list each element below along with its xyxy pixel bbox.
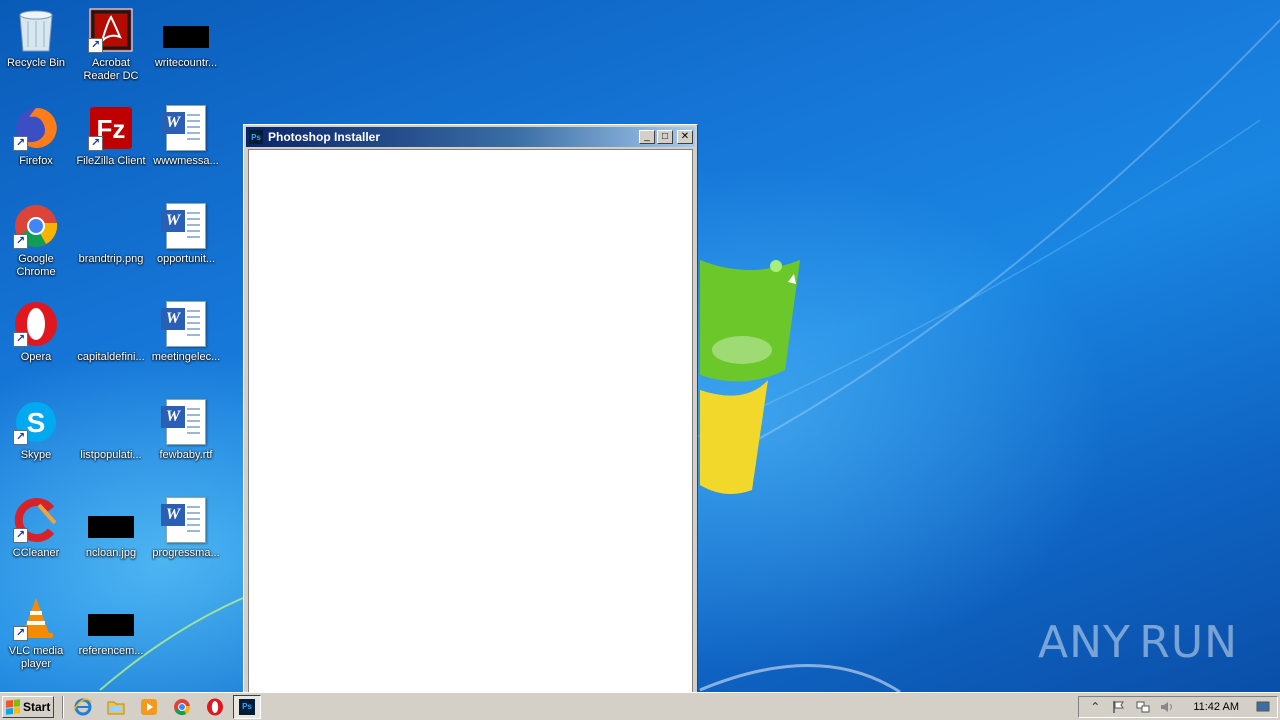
acrobat-reader-icon: ↗: [87, 6, 135, 54]
ccleaner-icon: ↗: [12, 496, 60, 544]
desktop-icon-opportunit[interactable]: W opportunit...: [148, 202, 224, 266]
window-title: Photoshop Installer: [268, 130, 381, 144]
window-client-area[interactable]: [248, 149, 693, 692]
image-file-icon: [87, 300, 135, 348]
photoshop-installer-window[interactable]: Ps Photoshop Installer _ □ ✕: [243, 124, 698, 692]
filezilla-icon: Fz ↗: [87, 104, 135, 152]
chrome-icon[interactable]: [171, 696, 193, 718]
desktop-icon-listpopulati[interactable]: listpopulati...: [73, 398, 149, 462]
show-desktop-button[interactable]: [1255, 699, 1271, 715]
shortcut-arrow-icon: ↗: [13, 332, 28, 347]
desktop-icon-wwwmessa[interactable]: W wwwmessa...: [148, 104, 224, 168]
photoshop-app-icon: Ps: [239, 698, 255, 715]
internet-explorer-icon[interactable]: [72, 696, 94, 718]
desktop-icon-ccleaner[interactable]: ↗ CCleaner: [0, 496, 74, 560]
chrome-icon: ↗: [12, 202, 60, 250]
desktop-icon-firefox[interactable]: ↗ Firefox: [0, 104, 74, 168]
desktop-icon-meetingelec[interactable]: W meetingelec...: [148, 300, 224, 364]
svg-text:S: S: [27, 407, 46, 438]
start-label: Start: [23, 699, 51, 714]
shortcut-arrow-icon: ↗: [13, 626, 28, 641]
taskbar-button-photoshop-installer[interactable]: Ps: [233, 694, 261, 719]
icon-label: progressma...: [152, 547, 220, 559]
desktop: ANY RUN Recycle Bin ↗ Firefox ↗ Google C…: [0, 0, 1280, 692]
icon-label: Recycle Bin: [6, 57, 66, 69]
icon-label: CCleaner: [12, 547, 60, 559]
desktop-icon-ncloan[interactable]: ncloan.jpg: [73, 496, 149, 560]
icon-label: wwwmessa...: [153, 155, 219, 167]
skype-icon: S ↗: [12, 398, 60, 446]
action-center-flag-icon[interactable]: [1111, 699, 1127, 715]
desktop-icon-recycle-bin[interactable]: Recycle Bin: [0, 6, 74, 70]
desktop-icon-writecountr[interactable]: writecountr...: [148, 6, 224, 70]
desktop-icon-capitaldefini[interactable]: capitaldefini...: [73, 300, 149, 364]
black-image-icon: [87, 496, 135, 544]
desktop-icon-referencem[interactable]: referencem...: [73, 594, 149, 658]
icon-label: FileZilla Client: [76, 155, 146, 167]
icon-label: referencem...: [78, 645, 144, 657]
desktop-icon-brandtrip[interactable]: brandtrip.png: [73, 202, 149, 266]
shortcut-arrow-icon: ↗: [13, 234, 28, 249]
taskbar: Start Ps ⌃ 11:42 AM: [0, 692, 1280, 720]
show-hidden-icons-button[interactable]: ⌃: [1087, 699, 1103, 715]
desktop-icon-google-chrome[interactable]: ↗ Google Chrome: [0, 202, 74, 279]
firefox-icon: ↗: [12, 104, 60, 152]
icon-label: Opera: [20, 351, 52, 363]
icon-label: ncloan.jpg: [85, 547, 137, 559]
shortcut-arrow-icon: ↗: [88, 136, 103, 151]
icon-label: fewbaby.rtf: [159, 449, 213, 461]
icon-label: opportunit...: [156, 253, 216, 265]
desktop-icon-fewbaby[interactable]: W fewbaby.rtf: [148, 398, 224, 462]
image-file-icon: [87, 202, 135, 250]
start-button[interactable]: Start: [2, 695, 54, 718]
maximize-button[interactable]: □: [657, 130, 673, 144]
window-titlebar[interactable]: Ps Photoshop Installer _ □ ✕: [246, 127, 695, 147]
word-document-icon: W: [161, 496, 210, 544]
network-icon[interactable]: [1135, 699, 1151, 715]
desktop-icon-skype[interactable]: S ↗ Skype: [0, 398, 74, 462]
black-image-icon: [87, 594, 135, 642]
icon-label: Acrobat Reader DC: [83, 57, 139, 82]
image-file-icon: [87, 398, 135, 446]
shortcut-arrow-icon: ↗: [13, 430, 28, 445]
opera-icon: ↗: [12, 300, 60, 348]
word-document-icon: W: [161, 300, 210, 348]
taskbar-separator: [62, 695, 64, 718]
icon-label: Google Chrome: [16, 253, 56, 278]
windows-flag-icon: [6, 698, 20, 715]
icon-label: VLC media player: [8, 645, 64, 670]
icon-label: capitaldefini...: [77, 351, 145, 363]
close-button[interactable]: ✕: [677, 130, 693, 144]
photoshop-app-icon: Ps: [249, 130, 263, 144]
icon-label: writecountr...: [154, 57, 218, 69]
minimize-button[interactable]: _: [639, 130, 655, 144]
system-tray: ⌃ 11:42 AM: [1078, 695, 1278, 718]
icon-label: Firefox: [19, 155, 53, 167]
anyrun-watermark: ANY RUN: [1038, 616, 1238, 668]
vlc-icon: ↗: [12, 594, 60, 642]
word-document-icon: W: [161, 202, 210, 250]
icon-label: Skype: [20, 449, 52, 461]
windows-logo-wallpaper: [700, 260, 800, 494]
word-document-icon: W: [161, 398, 210, 446]
desktop-icon-filezilla[interactable]: Fz ↗ FileZilla Client: [73, 104, 149, 168]
desktop-icon-progressma[interactable]: W progressma...: [148, 496, 224, 560]
icon-label: brandtrip.png: [78, 253, 144, 265]
explorer-folder-icon[interactable]: [105, 696, 127, 718]
shortcut-arrow-icon: ↗: [13, 136, 28, 151]
media-player-icon[interactable]: [138, 696, 160, 718]
clock[interactable]: 11:42 AM: [1193, 701, 1239, 713]
shortcut-arrow-icon: ↗: [88, 38, 103, 53]
recycle-bin-icon: [12, 6, 60, 54]
opera-icon[interactable]: [204, 696, 226, 718]
word-document-icon: W: [161, 104, 210, 152]
black-image-icon: [162, 6, 210, 54]
volume-icon[interactable]: [1159, 699, 1175, 715]
desktop-icon-opera[interactable]: ↗ Opera: [0, 300, 74, 364]
shortcut-arrow-icon: ↗: [13, 528, 28, 543]
desktop-icon-vlc[interactable]: ↗ VLC media player: [0, 594, 74, 671]
icon-label: meetingelec...: [151, 351, 221, 363]
desktop-icon-acrobat-reader[interactable]: ↗ Acrobat Reader DC: [73, 6, 149, 83]
icon-label: listpopulati...: [80, 449, 142, 461]
